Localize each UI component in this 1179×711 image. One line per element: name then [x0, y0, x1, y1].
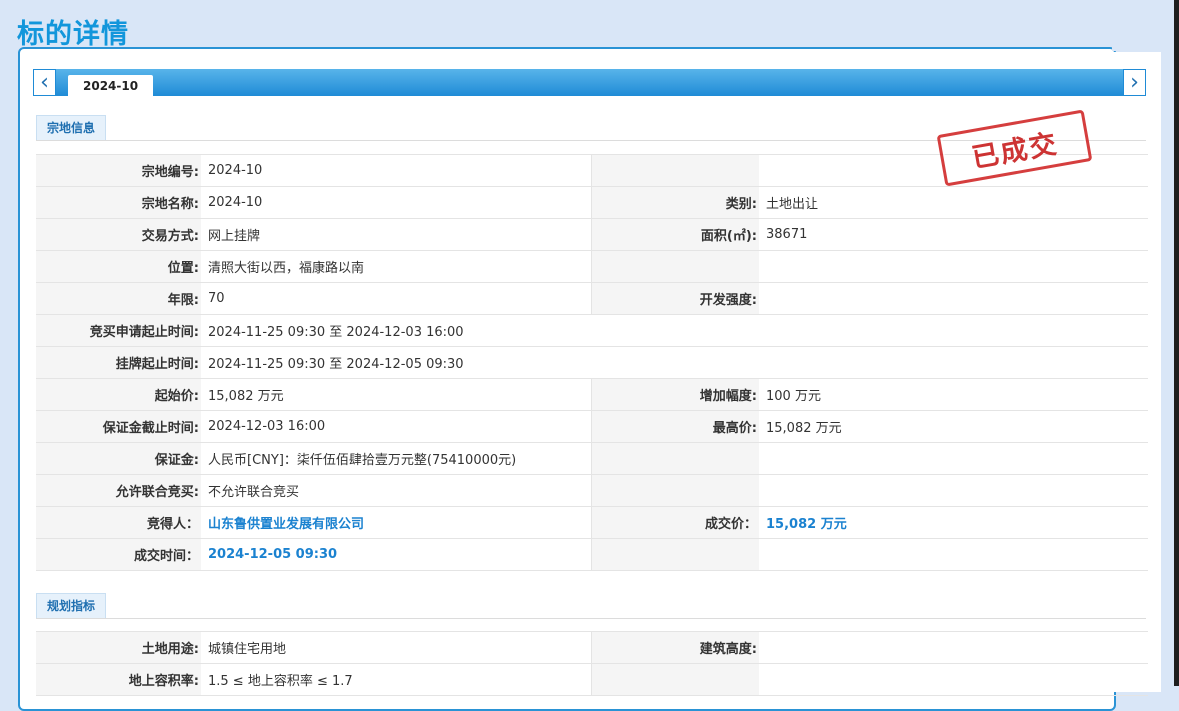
field-label: 允许联合竞买:	[36, 474, 201, 507]
field-value	[759, 442, 1148, 475]
field-value: 2024-12-03 16:00	[201, 410, 592, 443]
field-value	[759, 663, 1148, 696]
field-label: 土地用途:	[36, 631, 201, 664]
section-planning: 规划指标	[36, 593, 107, 619]
winner-label: 竞得人：	[36, 506, 201, 539]
field-value	[759, 631, 1148, 664]
winner-value: 山东鲁供置业发展有限公司	[201, 506, 592, 539]
field-value	[759, 474, 1148, 507]
table-row: 起始价: 15,082 万元 增加幅度: 100 万元	[36, 378, 1148, 411]
field-value: 城镇住宅用地	[201, 631, 592, 664]
field-value	[759, 282, 1148, 315]
deal-time-row: 成交时间： 2024-12-05 09:30	[36, 538, 1148, 571]
field-label: 最高价:	[591, 410, 759, 443]
field-value: 100 万元	[759, 378, 1148, 411]
field-label: 位置:	[36, 250, 201, 283]
table-row: 挂牌起止时间: 2024-11-25 09:30 至 2024-12-05 09:…	[36, 346, 1148, 379]
field-label: 起始价:	[36, 378, 201, 411]
page-title: 标的详情	[17, 19, 129, 50]
table-row: 地上容积率: 1.5 ≤ 地上容积率 ≤ 1.7	[36, 663, 1148, 696]
field-label	[591, 663, 759, 696]
field-label	[591, 154, 759, 187]
field-label: 交易方式:	[36, 218, 201, 251]
field-label: 挂牌起止时间:	[36, 346, 201, 379]
section-parcel-info: 宗地信息	[36, 115, 107, 141]
chevron-right-icon: ›	[1130, 70, 1139, 95]
field-value: 15,082 万元	[201, 378, 592, 411]
field-value: 1.5 ≤ 地上容积率 ≤ 1.7	[201, 663, 592, 696]
winner-row: 竞得人： 山东鲁供置业发展有限公司 成交价： 15,082 万元	[36, 506, 1148, 539]
field-value: 网上挂牌	[201, 218, 592, 251]
panel-notch	[1112, 47, 1162, 51]
field-value: 38671	[759, 218, 1148, 251]
field-value: 2024-11-25 09:30 至 2024-12-03 16:00	[201, 314, 1148, 347]
field-label: 开发强度:	[591, 282, 759, 315]
table-row: 保证金截止时间: 2024-12-03 16:00 最高价: 15,082 万元	[36, 410, 1148, 443]
field-value: 人民币[CNY]：柒仟伍佰肆拾壹万元整(75410000元)	[201, 442, 592, 475]
deal-price-value: 15,082 万元	[759, 506, 1148, 539]
deal-time-label: 成交时间：	[36, 538, 201, 571]
table-row: 允许联合竞买: 不允许联合竞买	[36, 474, 1148, 507]
field-label	[591, 250, 759, 283]
table-row: 土地用途: 城镇住宅用地 建筑高度:	[36, 631, 1148, 664]
table-row: 保证金: 人民币[CNY]：柒仟伍佰肆拾壹万元整(75410000元)	[36, 442, 1148, 475]
field-label: 年限:	[36, 282, 201, 315]
section-divider	[36, 618, 1146, 619]
field-value: 不允许联合竞买	[201, 474, 592, 507]
field-label: 增加幅度:	[591, 378, 759, 411]
chevron-left-icon: ‹	[40, 70, 49, 95]
deal-time-value: 2024-12-05 09:30	[201, 538, 592, 571]
planning-table: 土地用途: 城镇住宅用地 建筑高度: 地上容积率: 1.5 ≤ 地上容积率 ≤ 1.7	[36, 631, 1148, 696]
table-row: 年限: 70 开发强度:	[36, 282, 1148, 315]
prev-button[interactable]: ‹	[33, 69, 56, 96]
field-label: 建筑高度:	[591, 631, 759, 664]
table-row: 竞买申请起止时间: 2024-11-25 09:30 至 2024-12-03 1…	[36, 314, 1148, 347]
field-label: 地上容积率:	[36, 663, 201, 696]
field-value: 2024-10	[201, 186, 592, 219]
field-value: 2024-11-25 09:30 至 2024-12-05 09:30	[201, 346, 1148, 379]
table-row: 交易方式: 网上挂牌 面积(㎡): 38671	[36, 218, 1148, 251]
deal-price-label: 成交价：	[591, 506, 759, 539]
tab-bar: ‹ 2024-10 ›	[33, 69, 1146, 96]
field-value: 70	[201, 282, 592, 315]
field-value: 15,082 万元	[759, 410, 1148, 443]
field-label	[591, 474, 759, 507]
field-label: 宗地编号:	[36, 154, 201, 187]
field-label: 保证金截止时间:	[36, 410, 201, 443]
empty-cell	[759, 538, 1148, 571]
field-label: 保证金:	[36, 442, 201, 475]
field-value: 土地出让	[759, 186, 1148, 219]
next-button[interactable]: ›	[1123, 69, 1146, 96]
field-label: 竞买申请起止时间:	[36, 314, 201, 347]
empty-cell	[591, 538, 759, 571]
table-row: 宗地名称: 2024-10 类别: 土地出让	[36, 186, 1148, 219]
field-label: 类别:	[591, 186, 759, 219]
field-label: 宗地名称:	[36, 186, 201, 219]
field-value: 清照大街以西，福康路以南	[201, 250, 592, 283]
parcel-info-table: 宗地编号: 2024-10 宗地名称: 2024-10 类别: 土地出让 交易方式: 网上挂牌…	[36, 154, 1148, 571]
window-edge	[1174, 0, 1179, 686]
field-value	[759, 250, 1148, 283]
tab-2024-10[interactable]: 2024-10	[68, 75, 154, 96]
table-row: 位置: 清照大街以西，福康路以南	[36, 250, 1148, 283]
field-label	[591, 442, 759, 475]
field-label: 面积(㎡):	[591, 218, 759, 251]
field-value: 2024-10	[201, 154, 592, 187]
